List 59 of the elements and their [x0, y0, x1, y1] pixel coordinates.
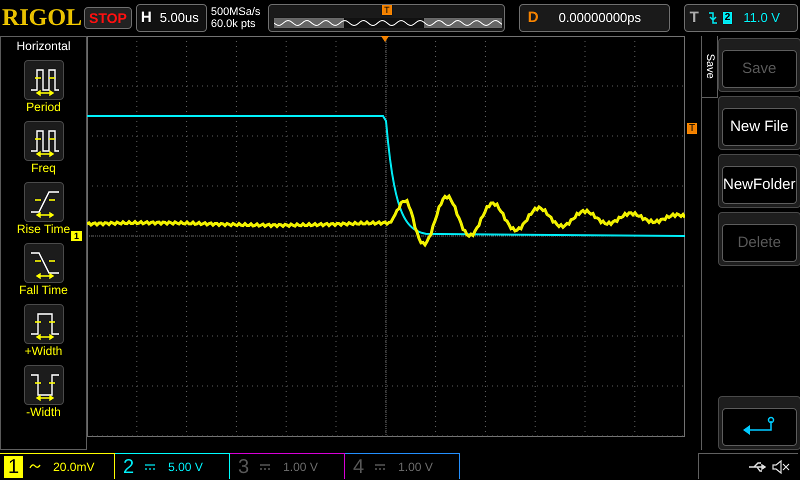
- dc-coupling-icon: [374, 462, 386, 471]
- channel-number: 3: [237, 456, 250, 478]
- menu-button-label: NewFolder: [722, 166, 797, 204]
- delay-box[interactable]: D 0.00000000ps: [518, 4, 670, 32]
- channel-scale: 1.00 V: [397, 458, 433, 476]
- measure-button[interactable]: [24, 60, 64, 100]
- delay-value: 0.00000000ps: [558, 9, 642, 28]
- trigger-level: 11.0 V: [742, 9, 780, 28]
- brand-logo: RIGOL: [2, 4, 80, 32]
- run-state[interactable]: STOP: [84, 7, 132, 29]
- measure-label: Fall Time: [19, 283, 68, 298]
- dc-coupling-icon: [144, 462, 156, 471]
- menu-button-label: New File: [722, 108, 797, 146]
- measure-button[interactable]: [24, 121, 64, 161]
- ac-coupling-icon: [29, 462, 42, 471]
- menu-button[interactable]: [718, 396, 800, 450]
- measure-label: Period: [26, 100, 61, 115]
- channel-scale: 5.00 V: [167, 458, 203, 476]
- measure-button[interactable]: [24, 365, 64, 405]
- timebase-value: 5.00us: [158, 9, 199, 28]
- menu-tab-label: Save: [702, 54, 717, 80]
- sample-rate: 500MSa/s: [210, 6, 262, 18]
- channel-tab[interactable]: 2 5.00 V: [115, 453, 230, 479]
- menu-button[interactable]: NewFolder: [718, 154, 800, 208]
- trigger-position-marker: T: [382, 5, 392, 15]
- measure-label: -Width: [26, 405, 61, 420]
- menu-button-label: Delete: [722, 224, 797, 262]
- channel-tab[interactable]: 4 1.00 V: [345, 453, 460, 479]
- timebase-label: H: [140, 8, 153, 28]
- timebase-box[interactable]: H 5.00us: [136, 4, 207, 32]
- channel-tab[interactable]: 1 20.0mV: [0, 453, 115, 479]
- trigger-source: 2: [722, 12, 732, 24]
- channel-marker: 1: [71, 231, 82, 241]
- channel-scale: 20.0mV: [52, 458, 94, 476]
- measure-label: Freq: [31, 161, 56, 176]
- falling-edge-icon: [708, 11, 718, 25]
- channel-tab[interactable]: 3 1.00 V: [230, 453, 345, 479]
- channel-number: 1: [4, 456, 24, 478]
- channel-number: 4: [352, 456, 366, 478]
- measure-button[interactable]: [24, 243, 64, 283]
- measure-label: +Width: [24, 344, 62, 359]
- speaker-muted-icon: [772, 460, 790, 474]
- measure-button[interactable]: [24, 182, 64, 222]
- usb-icon: [748, 462, 768, 472]
- panel-title: Horizontal: [16, 38, 71, 54]
- channel-scale: 1.00 V: [282, 458, 318, 476]
- measure-label: Rise Time: [16, 222, 70, 237]
- trigger-level-marker: T: [687, 123, 698, 134]
- memory-depth: 60.0k pts: [210, 18, 257, 30]
- menu-button[interactable]: New File: [718, 96, 800, 150]
- measure-button[interactable]: [24, 304, 64, 344]
- delay-label: D: [526, 8, 540, 28]
- trigger-time-icon: [381, 36, 389, 42]
- trigger-label: T: [688, 8, 700, 28]
- trigger-box[interactable]: T 2 11.0 V: [684, 4, 798, 32]
- menu-button-label: Save: [722, 50, 797, 88]
- channel-number: 2: [122, 456, 136, 478]
- dc-coupling-icon: [259, 462, 272, 471]
- memory-bar[interactable]: T: [268, 4, 505, 32]
